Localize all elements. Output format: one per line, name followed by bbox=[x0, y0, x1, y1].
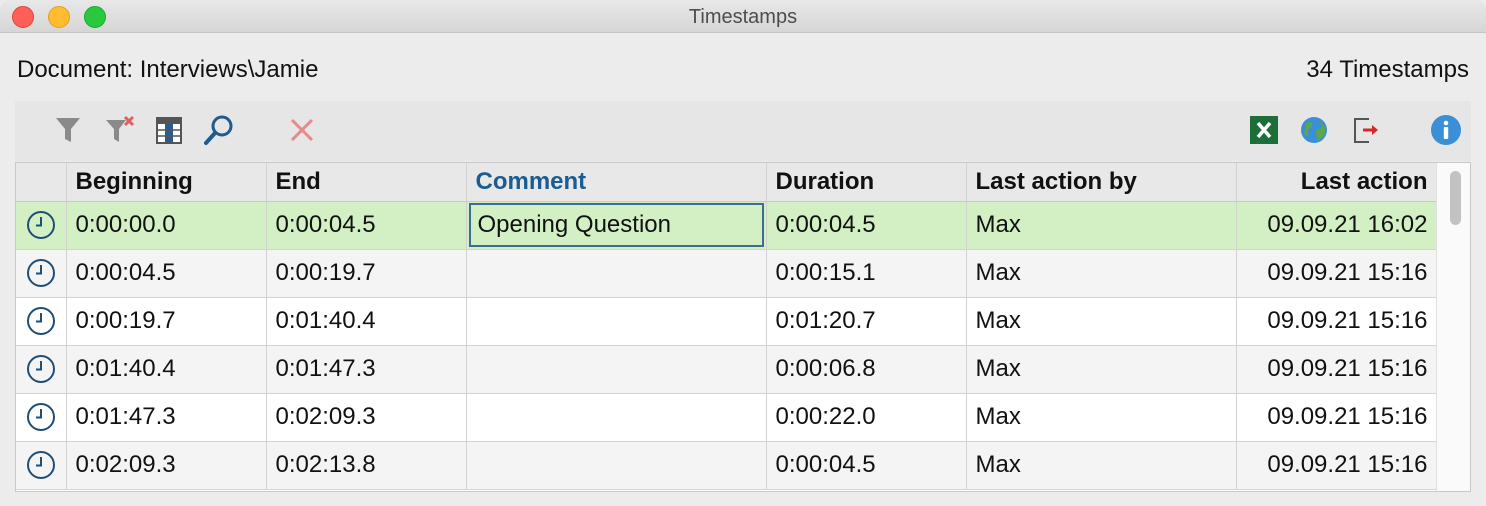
columns-icon[interactable] bbox=[152, 113, 186, 147]
cell-last-action-by[interactable]: Max bbox=[966, 393, 1237, 442]
cell-comment[interactable] bbox=[466, 393, 767, 442]
cell-last-action[interactable]: 09.09.21 15:16 bbox=[1236, 249, 1438, 298]
cell-last-action-by[interactable]: Max bbox=[966, 201, 1237, 250]
cell-last-action[interactable]: 09.09.21 16:02 bbox=[1236, 201, 1438, 250]
cell-duration[interactable]: 0:00:04.5 bbox=[766, 441, 967, 490]
cell-end[interactable]: 0:02:13.8 bbox=[266, 441, 467, 490]
info-icon[interactable] bbox=[1429, 113, 1463, 147]
comment-edit-field[interactable]: Opening Question bbox=[468, 203, 764, 247]
cell-comment[interactable] bbox=[466, 249, 767, 298]
column-header-end[interactable]: End bbox=[266, 163, 467, 202]
window-title: Timestamps bbox=[688, 6, 798, 28]
cell-last-action-by[interactable]: Max bbox=[966, 345, 1237, 394]
column-header-icon[interactable] bbox=[16, 163, 67, 202]
cell-last-action-by[interactable]: Max bbox=[966, 297, 1237, 346]
column-header-duration[interactable]: Duration bbox=[766, 163, 967, 202]
cell-comment[interactable] bbox=[466, 441, 767, 490]
column-header-comment[interactable]: Comment bbox=[466, 163, 767, 202]
table-row[interactable]: 0:02:09.3 0:02:13.8 0:00:04.5 Max 09.09.… bbox=[16, 441, 1438, 490]
cell-duration[interactable]: 0:00:22.0 bbox=[766, 393, 967, 442]
cell-end[interactable]: 0:01:47.3 bbox=[266, 345, 467, 394]
export-icon[interactable] bbox=[1349, 113, 1383, 147]
cell-last-action[interactable]: 09.09.21 15:16 bbox=[1236, 297, 1438, 346]
cell-beginning[interactable]: 0:02:09.3 bbox=[66, 441, 267, 490]
cell-last-action-by[interactable]: Max bbox=[966, 249, 1237, 298]
cell-last-action[interactable]: 09.09.21 15:16 bbox=[1236, 441, 1438, 490]
vertical-scrollbar[interactable] bbox=[1436, 163, 1470, 491]
clock-icon[interactable] bbox=[16, 441, 67, 490]
cell-beginning[interactable]: 0:01:40.4 bbox=[66, 345, 267, 394]
document-label: Document: Interviews\Jamie bbox=[17, 56, 319, 83]
web-export-icon[interactable] bbox=[1297, 113, 1331, 147]
table-row[interactable]: 0:01:47.3 0:02:09.3 0:00:22.0 Max 09.09.… bbox=[16, 393, 1438, 442]
clear-filter-icon[interactable] bbox=[103, 113, 137, 147]
column-header-last-action[interactable]: Last action bbox=[1236, 163, 1438, 202]
clock-icon[interactable] bbox=[16, 249, 67, 298]
cell-end[interactable]: 0:00:19.7 bbox=[266, 249, 467, 298]
table-row[interactable]: 0:00:19.7 0:01:40.4 0:01:20.7 Max 09.09.… bbox=[16, 297, 1438, 346]
cell-beginning[interactable]: 0:00:00.0 bbox=[66, 201, 267, 250]
cell-last-action[interactable]: 09.09.21 15:16 bbox=[1236, 345, 1438, 394]
clock-icon[interactable] bbox=[16, 297, 67, 346]
search-icon[interactable] bbox=[202, 113, 236, 147]
cell-end[interactable]: 0:01:40.4 bbox=[266, 297, 467, 346]
delete-icon[interactable] bbox=[285, 113, 319, 147]
cell-comment[interactable] bbox=[466, 297, 767, 346]
cell-end[interactable]: 0:00:04.5 bbox=[266, 201, 467, 250]
clock-icon[interactable] bbox=[16, 201, 67, 250]
scrollbar-thumb[interactable] bbox=[1450, 171, 1461, 225]
table-row[interactable]: 0:00:00.0 0:00:04.5 Opening Question 0:0… bbox=[16, 201, 1438, 250]
table-row[interactable]: 0:00:04.5 0:00:19.7 0:00:15.1 Max 09.09.… bbox=[16, 249, 1438, 298]
cell-end[interactable]: 0:02:09.3 bbox=[266, 393, 467, 442]
cell-beginning[interactable]: 0:00:19.7 bbox=[66, 297, 267, 346]
filter-icon[interactable] bbox=[51, 113, 85, 147]
timestamp-count: 34 Timestamps bbox=[1306, 56, 1469, 83]
cell-comment[interactable]: Opening Question bbox=[466, 201, 767, 250]
cell-beginning[interactable]: 0:01:47.3 bbox=[66, 393, 267, 442]
cell-beginning[interactable]: 0:00:04.5 bbox=[66, 249, 267, 298]
toolbar bbox=[15, 101, 1471, 161]
cell-comment[interactable] bbox=[466, 345, 767, 394]
cell-duration[interactable]: 0:00:04.5 bbox=[766, 201, 967, 250]
excel-export-icon[interactable] bbox=[1247, 113, 1281, 147]
timestamps-window: Timestamps Document: Interviews\Jamie 34… bbox=[0, 0, 1486, 506]
cell-duration[interactable]: 0:00:06.8 bbox=[766, 345, 967, 394]
cell-last-action-by[interactable]: Max bbox=[966, 441, 1237, 490]
column-header-beginning[interactable]: Beginning bbox=[66, 163, 267, 202]
table-header-row: Beginning End Comment Duration Last acti… bbox=[16, 163, 1438, 202]
cell-last-action[interactable]: 09.09.21 15:16 bbox=[1236, 393, 1438, 442]
column-header-last-action-by[interactable]: Last action by bbox=[966, 163, 1237, 202]
cell-duration[interactable]: 0:00:15.1 bbox=[766, 249, 967, 298]
title-bar: Timestamps bbox=[0, 0, 1486, 33]
clock-icon[interactable] bbox=[16, 393, 67, 442]
timestamps-table: Beginning End Comment Duration Last acti… bbox=[15, 162, 1471, 492]
clock-icon[interactable] bbox=[16, 345, 67, 394]
cell-duration[interactable]: 0:01:20.7 bbox=[766, 297, 967, 346]
table-row[interactable]: 0:01:40.4 0:01:47.3 0:00:06.8 Max 09.09.… bbox=[16, 345, 1438, 394]
